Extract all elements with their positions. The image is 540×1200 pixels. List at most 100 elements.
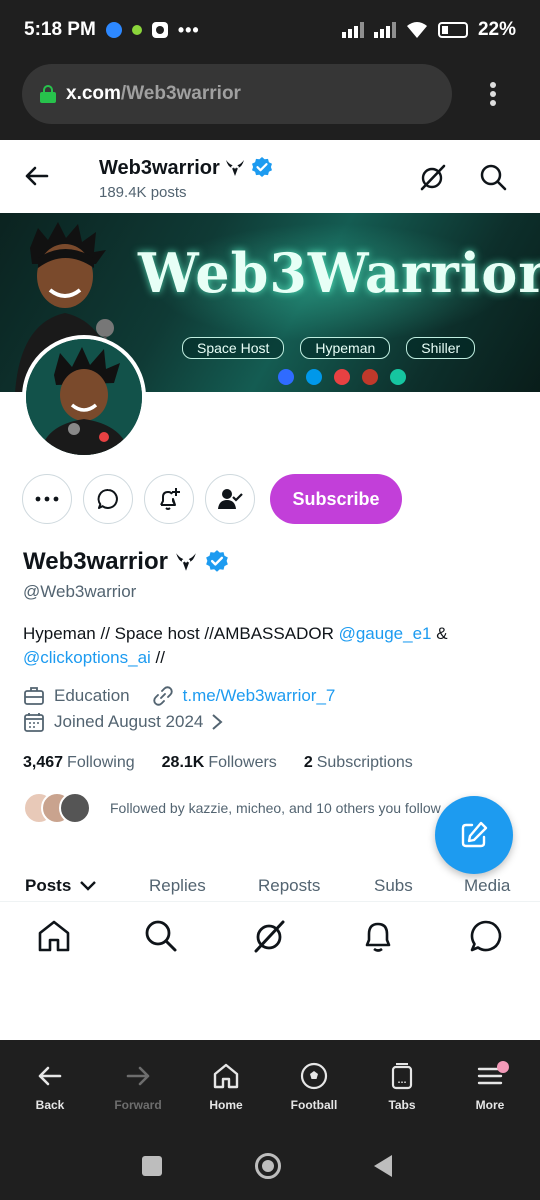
chevron-down-icon xyxy=(80,881,97,891)
ethereum-logo-icon xyxy=(278,369,294,385)
browser-tabs-button[interactable]: ... Tabs xyxy=(358,1062,446,1112)
browser-home-label: Home xyxy=(209,1098,243,1112)
browser-more-button[interactable]: More xyxy=(446,1062,534,1112)
url-domain: x.com xyxy=(66,83,121,104)
bio-text: & xyxy=(431,624,448,643)
profile-page: Web3warrior 189.4K posts Web3Warrior Spa… xyxy=(0,140,540,1040)
football-icon xyxy=(300,1062,328,1090)
header-posts-count: 189.4K posts xyxy=(99,184,187,201)
browser-forward-button[interactable]: Forward xyxy=(94,1062,182,1112)
url-path: /Web3warrior xyxy=(120,83,241,104)
home-icon[interactable] xyxy=(36,918,72,954)
profile-website-link[interactable]: t.me/Web3warrior_7 xyxy=(183,686,336,706)
tab-reposts[interactable]: Reposts xyxy=(258,876,320,896)
browser-football-button[interactable]: Football xyxy=(270,1062,358,1112)
profile-meta-row: Education t.me/Web3warrior_7 xyxy=(23,685,335,707)
messages-icon[interactable] xyxy=(468,918,504,954)
status-bar: 5:18 PM ••• 22% xyxy=(0,0,540,60)
url-bar[interactable]: x.com/Web3warrior xyxy=(22,64,452,124)
home-outline-icon xyxy=(213,1063,239,1089)
tab-posts-label: Posts xyxy=(25,876,72,895)
arrow-right-icon xyxy=(126,1066,150,1086)
lock-icon xyxy=(40,85,56,103)
profile-stats: 3,467 Following 28.1K Followers 2 Subscript… xyxy=(23,754,413,772)
app-bottom-nav xyxy=(0,902,540,972)
followers-label: Followers xyxy=(208,754,277,771)
svg-text:...: ... xyxy=(397,1076,406,1085)
verified-badge-icon xyxy=(251,157,272,177)
horned-emblem-icon xyxy=(176,553,196,571)
notification-dot-icon xyxy=(131,25,142,35)
profile-actions: Subscribe xyxy=(22,474,402,524)
banner-tag: Hypeman xyxy=(300,337,391,359)
grok-nav-icon[interactable] xyxy=(252,918,288,954)
profile-joined-row[interactable]: Joined August 2024 xyxy=(23,711,223,733)
banner-tag: Shiller xyxy=(406,337,476,359)
search-nav-icon[interactable] xyxy=(143,918,179,954)
chevron-right-icon xyxy=(212,714,223,730)
subscriptions-label: Subscriptions xyxy=(316,754,413,771)
banner-tag: Space Host xyxy=(182,337,285,359)
profile-bio: Hypeman // Space host //AMBASSADOR @gaug… xyxy=(23,622,503,670)
subscribe-button[interactable]: Subscribe xyxy=(270,474,402,524)
back-system-button[interactable] xyxy=(374,1155,392,1177)
browser-more-label: More xyxy=(475,1098,505,1112)
browser-back-button[interactable]: Back xyxy=(6,1062,94,1112)
browser-back-label: Back xyxy=(35,1098,65,1112)
browser-home-button[interactable]: Home xyxy=(182,1062,270,1112)
battery-icon xyxy=(437,22,468,38)
following-button[interactable] xyxy=(205,474,255,524)
person-check-icon xyxy=(218,489,243,509)
calendar-icon xyxy=(24,713,44,732)
banner-tags: Space Host Hypeman Shiller xyxy=(182,337,476,359)
bio-mention-link[interactable]: @gauge_e1 xyxy=(339,624,432,643)
tabs-icon: ... xyxy=(391,1063,413,1090)
profile-tabs: Posts Replies Reposts Subs Media xyxy=(0,862,540,902)
followers-count: 28.1K xyxy=(161,754,205,771)
tab-media[interactable]: Media xyxy=(464,876,510,896)
browser-football-label: Football xyxy=(290,1098,338,1112)
subscriptions-stat[interactable]: 2 Subscriptions xyxy=(304,754,413,772)
camera-icon xyxy=(151,22,168,38)
header-name-text: Web3warrior xyxy=(99,156,220,179)
message-button[interactable] xyxy=(83,474,133,524)
bell-plus-icon xyxy=(160,488,180,510)
profile-handle: @Web3warrior xyxy=(23,582,137,601)
home-system-button[interactable] xyxy=(255,1153,281,1179)
more-notifications-icon: ••• xyxy=(177,19,200,40)
tab-subs[interactable]: Subs xyxy=(374,876,413,896)
tab-replies[interactable]: Replies xyxy=(149,876,206,896)
chat-bubble-icon xyxy=(97,489,118,509)
more-options-button[interactable] xyxy=(22,474,72,524)
more-notification-badge xyxy=(497,1061,509,1073)
followed-by-text: Followed by kazzie, micheo, and 10 other… xyxy=(110,800,441,816)
back-arrow-icon[interactable] xyxy=(20,160,52,192)
following-stat[interactable]: 3,467 Following xyxy=(23,754,135,772)
battery-percent: 22% xyxy=(477,19,516,40)
browser-url-area: x.com/Web3warrior xyxy=(0,60,540,140)
messenger-icon xyxy=(105,22,122,38)
followers-stat[interactable]: 28.1K Followers xyxy=(162,754,277,772)
bio-text: // xyxy=(150,648,165,667)
notify-button[interactable] xyxy=(144,474,194,524)
follower-avatar xyxy=(59,792,91,824)
recents-button[interactable] xyxy=(142,1156,162,1176)
wifi-icon xyxy=(406,22,427,38)
notifications-bell-icon[interactable] xyxy=(360,918,396,954)
profile-top-header: Web3warrior 189.4K posts xyxy=(0,140,540,212)
browser-menu-icon[interactable] xyxy=(490,82,496,106)
followed-by-row[interactable]: Followed by kazzie, micheo, and 10 other… xyxy=(23,792,441,824)
subscriptions-count: 2 xyxy=(303,754,313,771)
profile-joined-date: Joined August 2024 xyxy=(54,712,204,731)
profile-category: Education xyxy=(54,686,130,705)
grok-icon[interactable] xyxy=(418,162,448,192)
tab-posts[interactable]: Posts xyxy=(25,876,97,896)
link-icon xyxy=(152,686,173,706)
briefcase-icon xyxy=(24,687,44,705)
bio-mention-link[interactable]: @clickoptions_ai xyxy=(23,648,151,667)
banner-chain-logos xyxy=(278,369,406,385)
compose-icon xyxy=(461,821,488,848)
search-icon[interactable] xyxy=(478,162,508,192)
avatar[interactable] xyxy=(22,335,146,459)
signal-icon-2 xyxy=(373,22,396,38)
